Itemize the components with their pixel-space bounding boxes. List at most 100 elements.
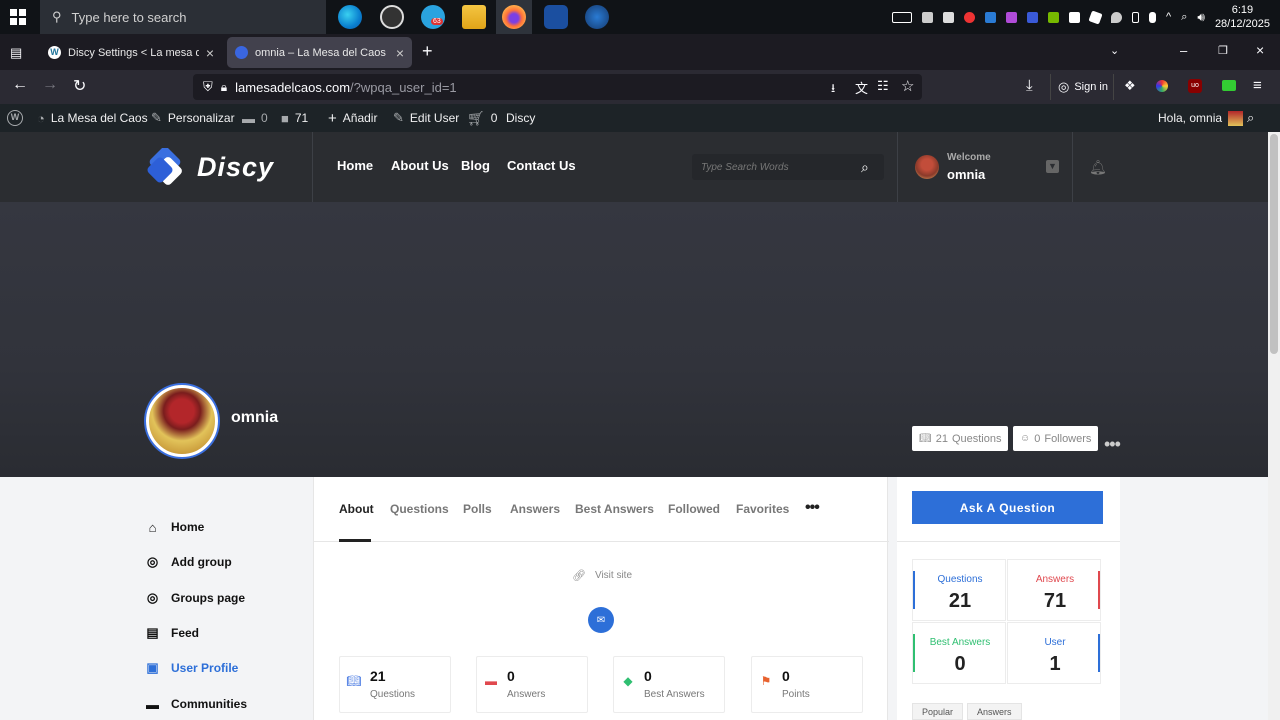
telegram-icon[interactable] (421, 5, 445, 29)
firefox-icon[interactable] (502, 5, 526, 29)
forward-arrow-icon[interactable]: → (42, 76, 58, 94)
sign-in-button[interactable]: ◎ Sign in (1050, 74, 1114, 100)
reader-download-icon[interactable]: ⭳ (831, 79, 835, 100)
admin-cart-link[interactable]: 🛒︎ 0 (467, 104, 497, 132)
steam-icon[interactable] (585, 5, 609, 29)
questions-chip[interactable]: 📖︎ 21 Questions (912, 426, 1009, 451)
close-window-icon[interactable]: × (1256, 42, 1264, 58)
steam-tray-icon[interactable] (985, 11, 997, 23)
restore-icon[interactable]: ❐ (1218, 44, 1228, 57)
admin-comments-link[interactable]: ▬ 0 (242, 104, 268, 132)
visit-site-link[interactable]: 🔗︎ Visit site (572, 569, 632, 582)
followers-chip[interactable]: ☺ 0 Followers (1013, 426, 1099, 451)
avatar[interactable] (915, 155, 939, 179)
tab-polls[interactable]: Polls (463, 502, 492, 516)
tab-best-answers[interactable]: Best Answers (575, 502, 654, 516)
header-user-name[interactable]: omnia (947, 167, 985, 182)
admin-site-link[interactable]: ◔ La Mesa del Caos (37, 104, 148, 132)
menu-contact-us[interactable]: Contact Us (507, 158, 576, 173)
extension-green-icon[interactable] (1222, 80, 1236, 91)
keyboard-icon[interactable] (892, 11, 913, 23)
sidebar-tab-popular[interactable]: Popular (912, 703, 964, 720)
tab-answers[interactable]: Answers (510, 502, 560, 516)
ublock-icon[interactable]: uo (1188, 79, 1202, 93)
left-nav-user-profile[interactable]: ▣ User Profile (145, 658, 238, 678)
site-search-input[interactable]: Type Search Words (692, 154, 884, 180)
tab-omnia-profile[interactable]: omnia – La Mesa del Caos × (227, 37, 412, 68)
wifi-icon[interactable]: ⌕ (1181, 11, 1187, 24)
chrome-ext-icon[interactable] (1156, 80, 1168, 92)
reload-icon[interactable]: ↻ (73, 76, 86, 96)
close-tab-icon[interactable]: × (206, 45, 214, 61)
translate-icon[interactable]: 文 (855, 78, 868, 97)
extensions-icon[interactable]: ❖ (1124, 78, 1136, 94)
site-logo-text[interactable]: Discy (197, 152, 274, 183)
shield-icon[interactable]: ⛨ (203, 79, 213, 95)
more-tabs-icon[interactable]: ••• (805, 499, 820, 517)
admin-discussions-link[interactable]: ■ 71 (281, 104, 308, 132)
translate-page-icon[interactable]: ☷ (877, 78, 889, 94)
tab-followed[interactable]: Followed (668, 502, 720, 516)
admin-customize-link[interactable]: ✎ Personalizar (151, 104, 235, 132)
github-desktop-icon[interactable] (380, 5, 404, 29)
tray-app-icon[interactable] (922, 11, 934, 23)
admin-add-new-link[interactable]: + Añadir (328, 104, 377, 132)
clock[interactable]: 6:19 28/12/2025 (1215, 3, 1270, 31)
left-nav-groups-page[interactable]: ◎ Groups page (145, 588, 245, 608)
new-tab-icon[interactable]: + (422, 41, 433, 62)
menu-blog[interactable]: Blog (461, 158, 490, 173)
left-nav-add-group[interactable]: ◎ Add group (145, 552, 232, 572)
wordpress-menu[interactable]: W (7, 104, 23, 132)
lock-icon[interactable]: 🔒︎ (221, 80, 227, 95)
tab-questions[interactable]: Questions (390, 502, 449, 516)
admin-my-account[interactable]: Hola, omnia (1158, 104, 1244, 132)
scrollbar-thumb[interactable] (1270, 134, 1278, 354)
windows-start-icon[interactable] (10, 9, 26, 25)
network-tool-icon[interactable] (544, 5, 568, 29)
tab-list-icon[interactable]: ▤ (10, 45, 22, 61)
left-nav-communities[interactable]: ▬ Communities (145, 694, 247, 714)
menu-about-us[interactable]: About Us (391, 158, 449, 173)
volume-icon[interactable]: 🔊︎ (1197, 10, 1205, 25)
admin-search-icon[interactable]: ⌕ (1247, 104, 1254, 132)
downloads-icon[interactable]: ⤓ (1026, 77, 1033, 94)
chevron-down-icon[interactable]: ▼ (1046, 160, 1059, 173)
search-icon[interactable]: ⌕ (861, 159, 869, 176)
admin-edit-user-link[interactable]: ✎ Edit User (393, 104, 459, 132)
ask-question-button[interactable]: Ask A Question (912, 491, 1103, 524)
menu-home[interactable]: Home (337, 158, 373, 173)
tab-discy-settings[interactable]: W Discy Settings < La mesa del Caos × (40, 37, 222, 68)
back-arrow-icon[interactable]: ← (12, 76, 28, 94)
sidebar-tab-answers[interactable]: Answers (967, 703, 1022, 720)
bookmark-star-icon[interactable]: ☆ (901, 77, 914, 95)
tray-app-icon[interactable] (964, 11, 976, 23)
page-scrollbar[interactable] (1268, 132, 1280, 720)
minimize-icon[interactable]: – (1180, 43, 1187, 58)
discy-logo-icon[interactable] (145, 148, 185, 188)
tray-app-icon[interactable] (1027, 11, 1039, 23)
microphone-icon[interactable] (1149, 11, 1157, 23)
tray-app-icon[interactable] (1069, 11, 1081, 23)
file-explorer-icon[interactable] (462, 5, 486, 29)
tab-overflow-chevron-icon[interactable]: ⌄ (1110, 44, 1119, 57)
notification-bell-icon[interactable]: 🔔︎ (1089, 159, 1107, 176)
more-options-icon[interactable]: ••• (1104, 434, 1121, 455)
telegram-tray-icon[interactable] (1088, 9, 1103, 25)
nvidia-icon[interactable] (1048, 11, 1060, 23)
menu-hamburger-icon[interactable]: ≡ (1253, 77, 1262, 94)
tray-app-icon[interactable] (943, 11, 955, 23)
tray-chevron-icon[interactable]: ^ (1166, 11, 1171, 23)
admin-theme-link[interactable]: Discy (506, 104, 535, 132)
taskbar-search-box[interactable]: ⚲ Type here to search (40, 0, 326, 34)
tab-about[interactable]: About (339, 502, 374, 516)
drop-icon[interactable] (1111, 11, 1123, 23)
close-tab-icon[interactable]: × (396, 45, 404, 61)
tray-app-icon[interactable] (1006, 11, 1018, 23)
battery-icon[interactable] (1132, 11, 1140, 23)
address-bar[interactable]: ⛨ 🔒︎ lamesadelcaos.com/?wpqa_user_id=1 (193, 74, 922, 100)
email-icon[interactable]: ✉ (588, 607, 614, 633)
tab-favorites[interactable]: Favorites (736, 502, 789, 516)
edge-icon[interactable] (338, 5, 362, 29)
left-nav-home[interactable]: ⌂ Home (145, 517, 205, 537)
left-nav-feed[interactable]: ▤ Feed (145, 623, 199, 643)
